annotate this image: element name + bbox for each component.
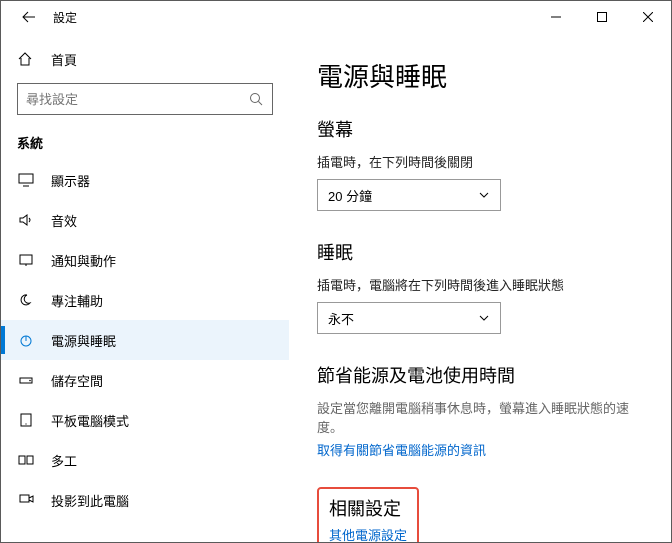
sidebar-item-label: 通知與動作 [51, 251, 116, 270]
power-icon [17, 333, 35, 347]
sidebar-item-label: 儲存空間 [51, 371, 103, 390]
sleep-heading: 睡眠 [317, 239, 643, 265]
save-energy-section: 節省能源及電池使用時間 設定當您離開電腦稍事休息時，螢幕進入睡眠狀態的速度。 取… [317, 362, 643, 459]
sidebar-item-label: 顯示器 [51, 171, 90, 190]
screen-timeout-value: 20 分鐘 [328, 186, 372, 205]
arrow-left-icon [22, 10, 36, 24]
titlebar: 設定 [1, 1, 671, 33]
back-button[interactable] [17, 5, 41, 29]
sidebar-item-sound[interactable]: 音效 [1, 200, 289, 240]
save-desc: 設定當您離開電腦稍事休息時，螢幕進入睡眠狀態的速度。 [317, 398, 643, 436]
speaker-icon [17, 213, 35, 227]
close-icon [643, 12, 653, 22]
sidebar-item-display[interactable]: 顯示器 [1, 160, 289, 200]
sidebar-item-label: 平板電腦模式 [51, 411, 129, 430]
sidebar: 首頁 系統 顯示器 音效 通知與動作 專注輔助 [1, 33, 289, 542]
related-heading: 相關設定 [329, 495, 407, 521]
sleep-timeout-dropdown[interactable]: 永不 [317, 302, 501, 334]
home-icon [17, 51, 35, 67]
sleep-timeout-value: 永不 [328, 309, 354, 328]
sidebar-item-label: 多工 [51, 451, 77, 470]
save-heading: 節省能源及電池使用時間 [317, 362, 643, 388]
sidebar-item-multitask[interactable]: 多工 [1, 440, 289, 480]
screen-heading: 螢幕 [317, 116, 643, 142]
screen-section: 螢幕 插電時，在下列時間後關閉 20 分鐘 [317, 116, 643, 211]
sidebar-item-focus[interactable]: 專注輔助 [1, 280, 289, 320]
home-label: 首頁 [51, 50, 77, 69]
chevron-down-icon [478, 312, 490, 324]
minimize-icon [551, 12, 561, 22]
storage-icon [17, 373, 35, 387]
sleep-desc: 插電時，電腦將在下列時間後進入睡眠狀態 [317, 275, 643, 294]
multitask-icon [17, 453, 35, 467]
main-content: 電源與睡眠 螢幕 插電時，在下列時間後關閉 20 分鐘 睡眠 插電時，電腦將在下… [289, 33, 671, 542]
sidebar-item-notifications[interactable]: 通知與動作 [1, 240, 289, 280]
search-input[interactable] [26, 92, 248, 107]
sidebar-item-label: 專注輔助 [51, 291, 103, 310]
sidebar-item-storage[interactable]: 儲存空間 [1, 360, 289, 400]
notification-icon [17, 253, 35, 267]
sidebar-item-label: 投影到此電腦 [51, 491, 129, 510]
chevron-down-icon [478, 189, 490, 201]
sleep-section: 睡眠 插電時，電腦將在下列時間後進入睡眠狀態 永不 [317, 239, 643, 334]
maximize-button[interactable] [579, 1, 625, 33]
sidebar-item-tablet[interactable]: 平板電腦模式 [1, 400, 289, 440]
sidebar-item-power[interactable]: 電源與睡眠 [1, 320, 289, 360]
related-settings-highlight: 相關設定 其他電源設定 [317, 487, 419, 542]
additional-power-settings-link[interactable]: 其他電源設定 [329, 525, 407, 542]
screen-desc: 插電時，在下列時間後關閉 [317, 152, 643, 171]
monitor-icon [17, 173, 35, 187]
search-icon [248, 91, 264, 107]
category-label: 系統 [1, 127, 289, 160]
sidebar-item-project[interactable]: 投影到此電腦 [1, 480, 289, 520]
search-box[interactable] [17, 83, 273, 115]
home-nav[interactable]: 首頁 [1, 41, 289, 77]
save-energy-link[interactable]: 取得有關節省電腦能源的資訊 [317, 440, 486, 459]
screen-timeout-dropdown[interactable]: 20 分鐘 [317, 179, 501, 211]
sidebar-item-label: 音效 [51, 211, 77, 230]
moon-icon [17, 293, 35, 307]
window-title: 設定 [53, 9, 533, 26]
close-button[interactable] [625, 1, 671, 33]
minimize-button[interactable] [533, 1, 579, 33]
page-title: 電源與睡眠 [317, 57, 643, 94]
project-icon [17, 493, 35, 507]
tablet-icon [17, 413, 35, 427]
maximize-icon [597, 12, 607, 22]
sidebar-item-label: 電源與睡眠 [51, 331, 116, 350]
window-controls [533, 1, 671, 33]
